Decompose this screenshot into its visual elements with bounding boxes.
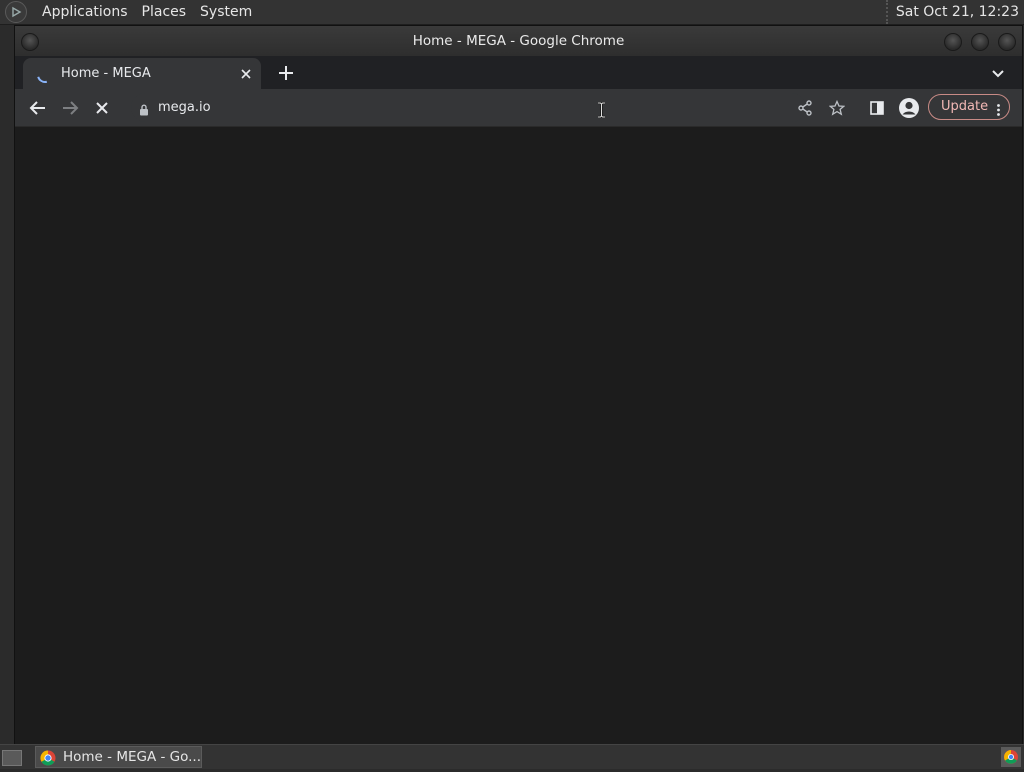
window-titlebar[interactable]: Home - MEGA - Google Chrome <box>15 26 1022 56</box>
browser-window: Home - MEGA - Google Chrome Home - MEGA <box>14 25 1023 747</box>
browser-toolbar: mega.io Update <box>15 89 1022 127</box>
close-window-button[interactable] <box>998 33 1016 51</box>
tab-search-icon[interactable] <box>988 63 1008 83</box>
minimize-button[interactable] <box>944 33 962 51</box>
loading-spinner-icon <box>34 64 56 86</box>
more-menu-icon[interactable] <box>997 101 1000 116</box>
url-text[interactable]: mega.io <box>158 93 211 122</box>
update-label: Update <box>941 99 989 114</box>
window-title: Home - MEGA - Google Chrome <box>412 33 625 49</box>
window-menu-button[interactable] <box>21 33 39 51</box>
profile-icon[interactable] <box>898 97 920 119</box>
chrome-icon <box>40 750 56 772</box>
menu-logo-icon[interactable] <box>5 1 27 23</box>
menu-applications[interactable]: Applications <box>35 4 135 20</box>
tab-title: Home - MEGA <box>61 66 151 81</box>
tab-home-mega[interactable]: Home - MEGA <box>23 58 261 89</box>
taskbar-item-chrome[interactable]: Home - MEGA - Go... <box>35 746 202 768</box>
bookmark-star-icon[interactable] <box>826 97 848 119</box>
text-cursor-icon <box>597 101 606 122</box>
tab-strip: Home - MEGA <box>15 56 1022 89</box>
side-panel-icon[interactable] <box>866 97 888 119</box>
top-panel: Applications Places System Sat Oct 21, 1… <box>0 0 1024 25</box>
clock[interactable]: Sat Oct 21, 12:23 <box>885 0 1019 24</box>
taskbar-item-label: Home - MEGA - Go... <box>63 749 202 765</box>
update-button[interactable]: Update <box>928 94 1010 120</box>
new-tab-icon[interactable] <box>275 62 297 84</box>
tray-chrome-icon[interactable] <box>1001 747 1021 771</box>
stop-icon[interactable] <box>91 97 113 119</box>
menu-places[interactable]: Places <box>135 4 194 20</box>
back-icon[interactable] <box>27 97 49 119</box>
lock-icon[interactable] <box>139 101 149 120</box>
page-content[interactable] <box>15 127 1022 746</box>
close-tab-icon[interactable] <box>237 65 255 83</box>
maximize-button[interactable] <box>971 33 989 51</box>
forward-icon[interactable] <box>59 97 81 119</box>
show-desktop-icon[interactable] <box>2 750 22 766</box>
taskbar: Home - MEGA - Go... <box>0 744 1024 769</box>
menu-system[interactable]: System <box>193 4 259 20</box>
address-bar[interactable]: mega.io <box>131 93 806 122</box>
share-icon[interactable] <box>794 97 816 119</box>
